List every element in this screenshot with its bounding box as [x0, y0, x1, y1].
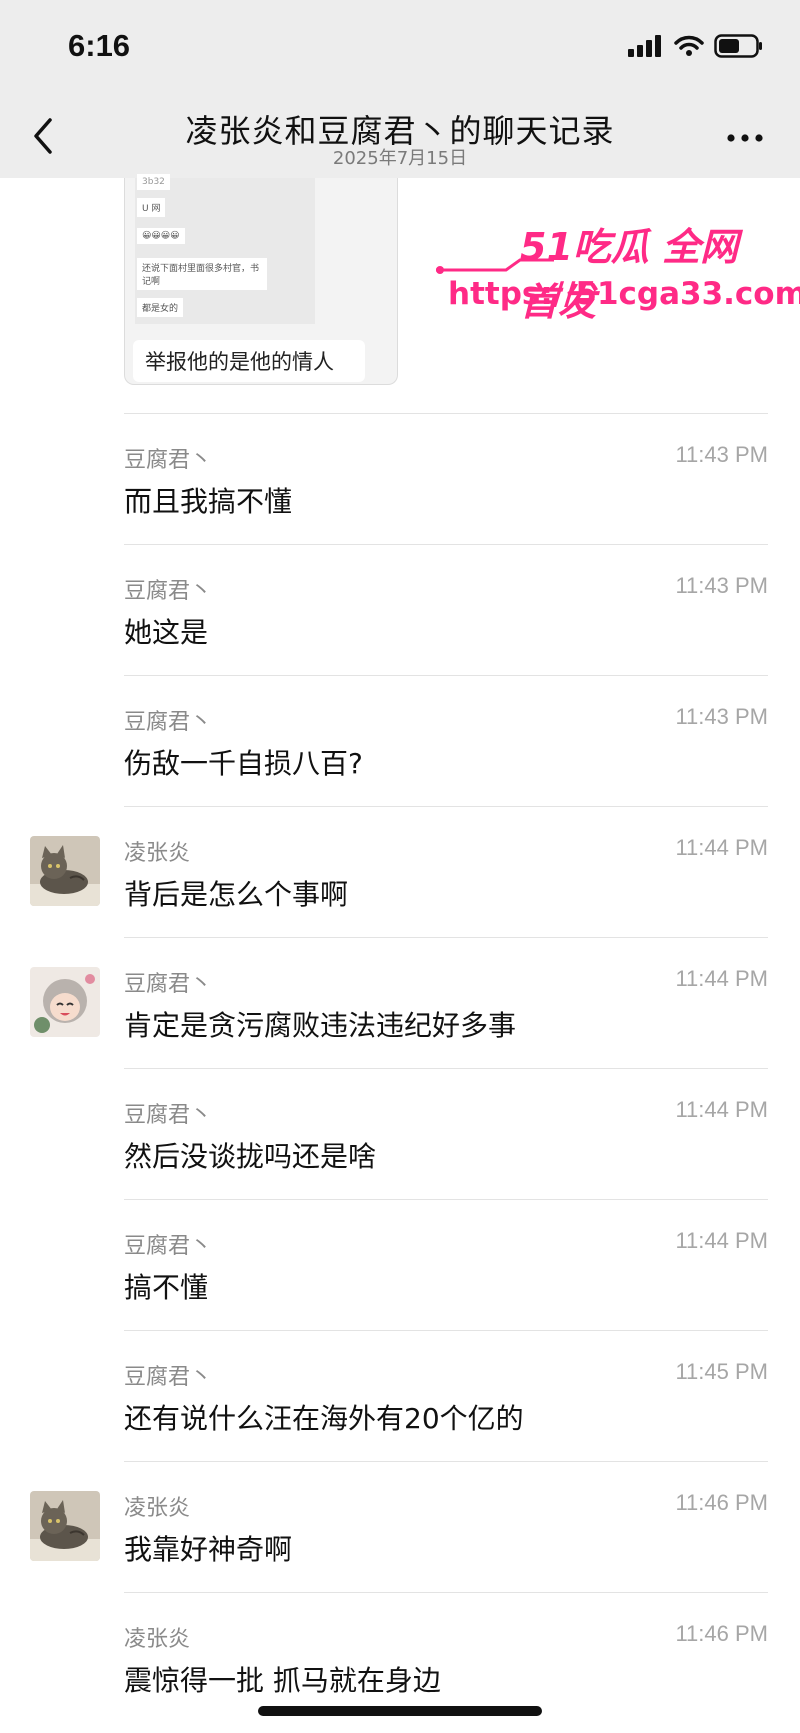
sender-name: 凌张炎	[124, 1496, 191, 1521]
cat-avatar-icon	[30, 836, 100, 906]
message-row[interactable]: 豆腐君丶 11:43 PM 她这是	[124, 544, 768, 676]
message-time: 11:43 PM	[675, 442, 768, 467]
message-row[interactable]: 豆腐君丶 11:43 PM 而且我搞不懂	[124, 413, 768, 545]
message-time: 11:44 PM	[675, 1228, 768, 1253]
mini-line: U 网	[137, 198, 166, 217]
message-row[interactable]: 豆腐君丶 11:44 PM 然后没谈拢吗还是啥	[124, 1068, 768, 1200]
cellular-signal-icon	[628, 35, 661, 57]
message-time: 11:44 PM	[675, 1097, 768, 1122]
message-row[interactable]: 凌张炎 11:46 PM 我靠好神奇啊	[124, 1461, 768, 1593]
page-subtitle-date: 2025年7月15日	[332, 148, 468, 169]
mini-line: 还说下面村里面很多村官，书记啊	[137, 258, 267, 290]
message-row[interactable]: 豆腐君丶 11:43 PM 伤敌一千自损八百?	[124, 675, 768, 807]
mini-line: 😀😀😀😀	[137, 228, 185, 244]
mini-line: 都是女的	[137, 298, 184, 317]
nav-bar: 凌张炎和豆腐君丶的聊天记录 2025年7月15日	[0, 92, 800, 178]
message-row[interactable]: 豆腐君丶 11:44 PM 搞不懂	[124, 1199, 768, 1331]
sender-name: 豆腐君丶	[124, 1234, 213, 1259]
message-time: 11:44 PM	[675, 835, 768, 860]
battery-icon	[714, 34, 762, 58]
message-text: 背后是怎么个事啊	[124, 878, 349, 911]
sender-name: 凌张炎	[124, 1627, 191, 1652]
message-text: 而且我搞不懂	[124, 485, 293, 518]
sender-name: 豆腐君丶	[124, 1365, 213, 1390]
sender-name: 豆腐君丶	[124, 972, 213, 997]
status-bar: 6:16	[0, 0, 800, 92]
avatar-anime-girl[interactable]	[30, 967, 100, 1037]
sender-name: 凌张炎	[124, 841, 191, 866]
message-time: 11:46 PM	[675, 1621, 768, 1646]
message-text: 伤敌一千自损八百?	[124, 747, 363, 780]
message-text: 肯定是贪污腐败违法违纪好多事	[124, 1009, 517, 1042]
message-row[interactable]: 豆腐君丶 11:44 PM 肯定是贪污腐败违法违纪好多事	[124, 937, 768, 1069]
watermark-url: https://51cga33.com	[448, 276, 800, 312]
wifi-icon	[674, 35, 704, 56]
message-text: 我靠好神奇啊	[124, 1533, 293, 1566]
sender-name: 豆腐君丶	[124, 1103, 213, 1128]
quoted-caption: 举报他的是他的情人	[133, 340, 365, 382]
anime-avatar-icon	[30, 967, 100, 1037]
avatar-cat[interactable]	[30, 1491, 100, 1561]
message-time: 11:46 PM	[675, 1490, 768, 1515]
message-row[interactable]: 凌张炎 11:46 PM 震惊得一批 抓马就在身边	[124, 1592, 768, 1724]
message-row[interactable]: 豆腐君丶 11:45 PM 还有说什么汪在海外有20个亿的	[124, 1330, 768, 1462]
avatar-cat[interactable]	[30, 836, 100, 906]
message-time: 11:44 PM	[675, 966, 768, 991]
message-time: 11:43 PM	[675, 704, 768, 729]
message-text: 震惊得一批 抓马就在身边	[124, 1664, 441, 1697]
mini-line: 3b32	[137, 174, 170, 190]
message-time: 11:45 PM	[675, 1359, 768, 1384]
sender-name: 豆腐君丶	[124, 448, 213, 473]
sender-name: 豆腐君丶	[124, 579, 213, 604]
watermark: 51吃瓜 全网首发 https://51cga33.com	[436, 216, 800, 324]
message-text: 搞不懂	[124, 1271, 209, 1304]
quoted-screenshot-image: 3b32 U 网 😀😀😀😀 还说下面村里面很多村官，书记啊 都是女的	[135, 174, 315, 324]
more-options-icon[interactable]	[726, 132, 764, 144]
home-indicator[interactable]	[258, 1706, 542, 1716]
cat-avatar-icon	[30, 1491, 100, 1561]
status-icons	[628, 34, 764, 58]
message-text: 然后没谈拢吗还是啥	[124, 1140, 377, 1173]
message-text: 还有说什么汪在海外有20个亿的	[124, 1402, 524, 1435]
message-text: 她这是	[124, 616, 209, 649]
message-row[interactable]: 凌张炎 11:44 PM 背后是怎么个事啊	[124, 806, 768, 938]
status-time: 6:16	[68, 28, 131, 63]
quoted-screenshot-card[interactable]: 3b32 U 网 😀😀😀😀 还说下面村里面很多村官，书记啊 都是女的 举报他的是…	[124, 174, 398, 385]
message-time: 11:43 PM	[675, 573, 768, 598]
sender-name: 豆腐君丶	[124, 710, 213, 735]
